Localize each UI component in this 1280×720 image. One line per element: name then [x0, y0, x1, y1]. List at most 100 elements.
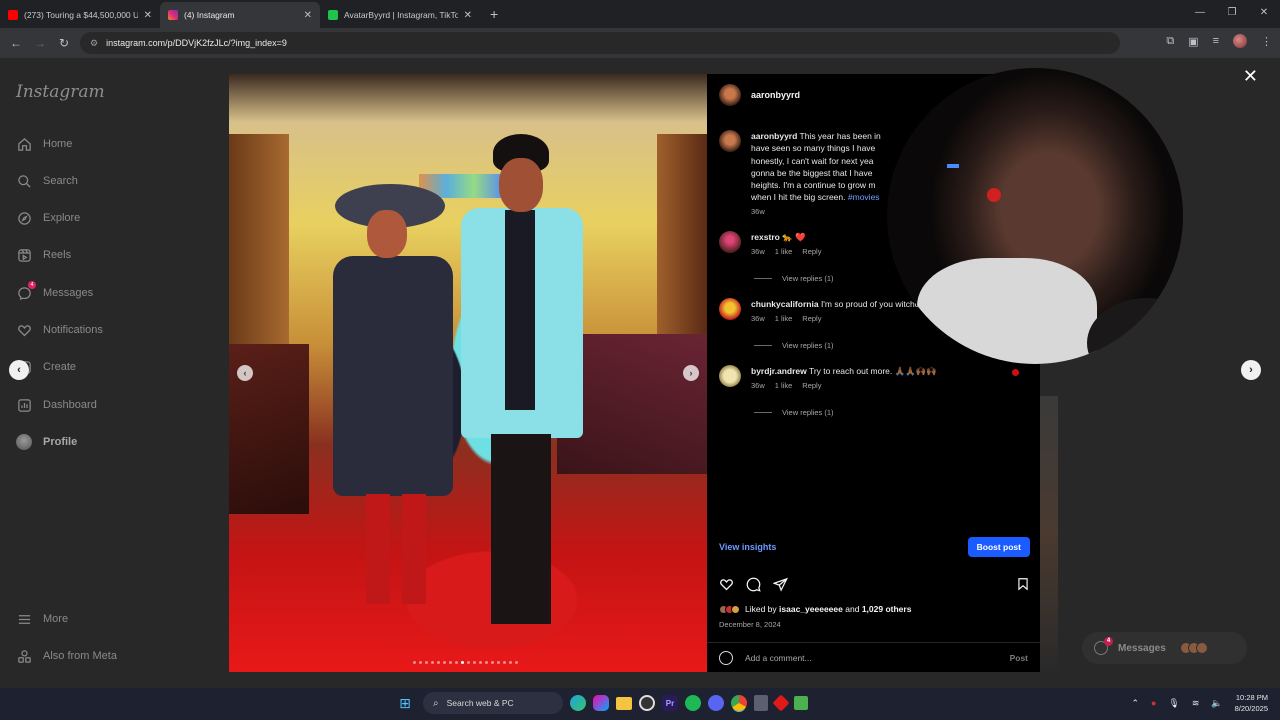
antivirus-tray-icon[interactable]: ● [1151, 698, 1156, 708]
previous-post-button[interactable]: ‹ [9, 360, 29, 380]
close-window-icon[interactable]: ✕ [1248, 0, 1280, 28]
view-replies-button[interactable]: View replies (1) [754, 341, 834, 350]
speaker-icon[interactable]: 🔈 [1211, 698, 1222, 709]
sidebar-item-search[interactable]: Search [16, 173, 78, 189]
microphone-icon[interactable]: 🎙 [1168, 698, 1179, 709]
messages-floating-button[interactable]: 4 Messages [1082, 632, 1247, 664]
reply-button[interactable]: Reply [802, 247, 821, 256]
wifi-icon[interactable]: ≋ [1192, 698, 1200, 709]
carousel-next-icon[interactable]: › [683, 365, 699, 381]
webcam-overlay [887, 68, 1183, 364]
sidebar-item-home[interactable]: Home [16, 136, 72, 152]
minecraft-icon[interactable] [794, 696, 808, 710]
file-explorer-icon[interactable] [616, 696, 632, 710]
site-settings-icon[interactable]: ⚙ [90, 38, 98, 49]
add-comment-bar: Post [707, 642, 1040, 672]
menu-kebab-icon[interactable]: ⋮ [1261, 35, 1272, 48]
sidebar-item-explore[interactable]: Explore [16, 210, 80, 226]
view-replies-button[interactable]: View replies (1) [754, 274, 834, 283]
sidebar-item-profile[interactable]: Profile [16, 434, 77, 450]
system-clock[interactable]: 10:28 PM 8/20/2025 [1235, 692, 1268, 714]
browser-profile-avatar[interactable] [1233, 34, 1247, 48]
spotify-icon[interactable] [685, 695, 701, 711]
comment-username[interactable]: chunkycalifornia [751, 299, 819, 309]
carousel-dot [431, 661, 434, 664]
comment-input[interactable] [745, 652, 1010, 663]
sidebar-item-label: More [43, 613, 69, 625]
obs-icon[interactable] [639, 695, 655, 711]
minimize-icon[interactable]: — [1184, 0, 1216, 28]
carousel-dot [473, 661, 476, 664]
new-tab-button[interactable]: + [480, 6, 508, 28]
red-app-icon[interactable] [772, 694, 790, 712]
liked-heart-icon[interactable] [1012, 369, 1019, 376]
back-icon[interactable]: ← [4, 36, 28, 50]
instagram-logo[interactable]: Instagram [16, 82, 105, 102]
next-post-button[interactable]: › [1241, 360, 1261, 380]
comment-likes[interactable]: 1 like [775, 381, 793, 390]
close-tab-icon[interactable]: ✕ [464, 10, 472, 21]
emoji-picker-icon[interactable] [719, 650, 733, 665]
comment-likes[interactable]: 1 like [775, 314, 793, 323]
view-replies-button[interactable]: View replies (1) [754, 408, 834, 417]
liked-by-username[interactable]: isaac_yeeeeeee [779, 604, 843, 614]
caption-username[interactable]: aaronbyyrd [751, 131, 797, 141]
comment-likes[interactable]: 1 like [775, 247, 793, 256]
extensions-icon[interactable]: ⧉ [1166, 35, 1174, 48]
like-heart-icon[interactable] [719, 577, 733, 591]
windows-start-icon[interactable]: ⊞ [394, 692, 416, 714]
sidebar-item-notifications[interactable]: Notifications [16, 322, 103, 338]
tab-youtube[interactable]: (273) Touring a $44,500,000 Ul ✕ [0, 2, 160, 28]
avatar[interactable] [719, 84, 741, 106]
avatar[interactable] [719, 298, 741, 320]
sidebar-item-more[interactable]: More [16, 611, 68, 627]
carousel-dot [467, 661, 470, 664]
comment-username[interactable]: rexstro [751, 232, 780, 242]
boost-post-button[interactable]: Boost post [967, 537, 1030, 557]
sidebar-item-dashboard[interactable]: Dashboard [16, 397, 97, 413]
sidebar-item-label: Notifications [43, 324, 103, 336]
post-photo[interactable]: ‹ › [229, 74, 707, 672]
media-control-icon[interactable]: ≡ [1213, 35, 1219, 47]
restore-icon[interactable]: ❐ [1216, 0, 1248, 28]
copilot-icon[interactable] [593, 695, 609, 711]
discord-icon[interactable] [708, 695, 724, 711]
chevron-up-icon[interactable]: ⌃ [1131, 698, 1139, 709]
post-comment-button[interactable]: Post [1010, 653, 1028, 663]
carousel-indicator [413, 661, 518, 664]
close-tab-icon[interactable]: ✕ [304, 10, 312, 21]
comment-username[interactable]: byrdjr.andrew [751, 366, 807, 376]
comment-bubble-icon[interactable] [746, 577, 761, 592]
tab-instagram[interactable]: (4) Instagram ✕ [160, 2, 320, 28]
premiere-pro-icon[interactable]: Pr [662, 695, 678, 711]
reply-button[interactable]: Reply [802, 381, 821, 390]
split-view-icon[interactable]: ▣ [1188, 35, 1198, 48]
person-man-in-teal-jacket [457, 134, 587, 634]
bookmark-icon[interactable] [1016, 577, 1030, 591]
edge-icon[interactable] [570, 695, 586, 711]
tab-linktree[interactable]: AvatarByyrd | Instagram, TikTok ✕ [320, 2, 480, 28]
avatar[interactable] [719, 365, 741, 387]
instagram-page: Instagram Home Search Explore Reels 4 Me… [0, 58, 1280, 688]
post-author-username[interactable]: aaronbyyrd [751, 90, 800, 100]
close-tab-icon[interactable]: ✕ [144, 10, 152, 21]
chrome-icon[interactable] [731, 695, 747, 711]
forward-icon[interactable]: → [28, 36, 52, 50]
reload-icon[interactable]: ↻ [52, 36, 76, 50]
avatar[interactable] [719, 130, 741, 152]
taskbar-search[interactable]: ⌕ Search web & PC [423, 692, 563, 714]
sidebar-item-messages[interactable]: 4 Messages [16, 281, 93, 301]
share-send-icon[interactable] [772, 577, 788, 592]
post-header: aaronbyyrd [719, 84, 800, 106]
address-bar[interactable]: ⚙ instagram.com/p/DDVjK2fzJLc/?img_index… [80, 32, 1120, 54]
hashtag-link[interactable]: #movies [848, 192, 880, 202]
carousel-prev-icon[interactable]: ‹ [237, 365, 253, 381]
avatar[interactable] [719, 231, 741, 253]
calculator-icon[interactable] [754, 695, 768, 711]
sidebar-item-reels[interactable]: Reels [16, 247, 71, 263]
reply-button[interactable]: Reply [802, 314, 821, 323]
sidebar-item-also-from-meta[interactable]: Also from Meta [16, 648, 117, 664]
liked-by-others-link[interactable]: 1,029 others [862, 604, 912, 614]
view-insights-link[interactable]: View insights [719, 542, 776, 552]
close-modal-icon[interactable]: ✕ [1243, 66, 1258, 87]
